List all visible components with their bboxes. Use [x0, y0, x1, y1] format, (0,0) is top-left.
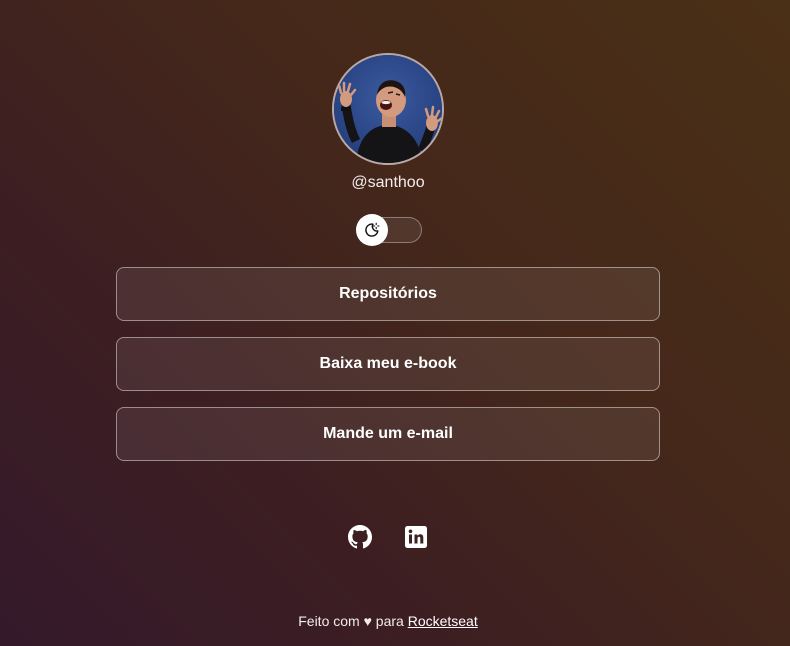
- theme-toggle-knob[interactable]: [356, 214, 388, 246]
- linkedin-link[interactable]: [404, 525, 428, 549]
- link-button-email[interactable]: Mande um e-mail: [116, 407, 660, 461]
- link-button-ebook[interactable]: Baixa meu e-book: [116, 337, 660, 391]
- theme-toggle[interactable]: [356, 214, 422, 246]
- avatar: [332, 53, 444, 165]
- github-link[interactable]: [348, 525, 372, 549]
- footer-text: Feito com ♥ para: [298, 613, 408, 629]
- github-icon: [348, 525, 372, 549]
- links-list: Repositórios Baixa meu e-book Mande um e…: [116, 267, 660, 477]
- username: @santhoo: [351, 174, 425, 191]
- link-button-repositorios[interactable]: Repositórios: [116, 267, 660, 321]
- social-links: [348, 525, 428, 549]
- moon-sun-icon: [365, 222, 380, 237]
- footer: Feito com ♥ para Rocketseat: [0, 613, 776, 629]
- linkedin-icon: [405, 526, 427, 548]
- avatar-photo: [334, 55, 442, 163]
- page: @santhoo Repositórios Baixa meu e-book M…: [0, 0, 790, 646]
- footer-rocketseat-link[interactable]: Rocketseat: [408, 613, 478, 629]
